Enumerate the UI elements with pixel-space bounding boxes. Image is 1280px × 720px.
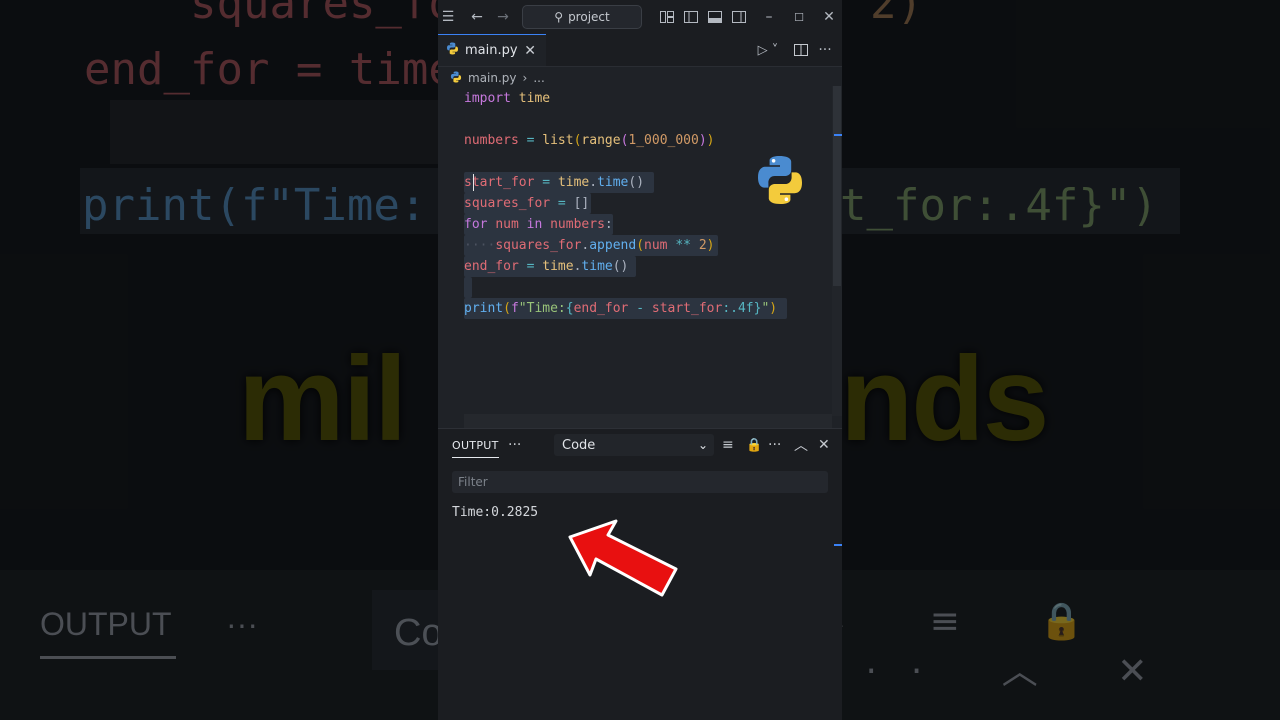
panel-actions-icon[interactable]: ··· bbox=[768, 429, 781, 461]
code-line-7: for num in numbers: bbox=[464, 214, 613, 235]
maximize-icon[interactable]: ☐ bbox=[790, 0, 808, 34]
panel-header: OUTPUT ··· Code ⌄ ≡ 🔒 ··· ︿ ✕ bbox=[438, 429, 842, 461]
output-channel-select[interactable]: Code ⌄ bbox=[554, 434, 714, 456]
title-bar: ☰ ← → ⚲ project – ☐ ✕ bbox=[438, 0, 842, 34]
output-text: Time:0.2825 bbox=[452, 505, 539, 520]
breadcrumb-file[interactable]: main.py bbox=[468, 71, 517, 85]
minimize-icon[interactable]: – bbox=[760, 0, 778, 34]
code-line-5: start_for = time.time() bbox=[464, 172, 655, 193]
panel-icon[interactable] bbox=[706, 0, 724, 34]
menu-icon[interactable]: ☰ bbox=[438, 0, 458, 34]
panel-scroll-marker bbox=[834, 544, 842, 546]
forward-icon[interactable]: → bbox=[494, 0, 512, 34]
layout-icon[interactable] bbox=[658, 0, 676, 34]
tab-bar: main.py ✕ ▷ ˅ ··· bbox=[438, 34, 842, 67]
maximize-panel-icon[interactable]: ︿ bbox=[794, 429, 808, 461]
editor-overlay-strip bbox=[464, 414, 832, 428]
output-panel: OUTPUT ··· Code ⌄ ≡ 🔒 ··· ︿ ✕ Filter Tim… bbox=[438, 428, 842, 720]
text-cursor bbox=[473, 174, 474, 191]
panel-more-icon[interactable]: ··· bbox=[508, 429, 521, 461]
code-line-10 bbox=[464, 277, 472, 298]
tab-output[interactable]: OUTPUT bbox=[452, 433, 499, 458]
output-channel-value: Code bbox=[562, 437, 596, 453]
code-line-11: print(f"Time:{end_for - start_for:.4f}") bbox=[464, 298, 788, 319]
code-editor[interactable]: import time numbers = list(range(1_000_0… bbox=[438, 88, 842, 474]
close-panel-icon[interactable]: ✕ bbox=[818, 429, 830, 461]
close-window-icon[interactable]: ✕ bbox=[820, 0, 838, 34]
search-icon: ⚲ bbox=[554, 10, 564, 24]
scrollbar-marker bbox=[834, 134, 842, 136]
python-file-icon bbox=[450, 70, 462, 86]
breadcrumb-chevron-icon: › bbox=[522, 71, 528, 85]
python-file-icon bbox=[446, 42, 459, 59]
lock-icon[interactable]: 🔒 bbox=[746, 429, 762, 461]
more-actions-icon[interactable]: ··· bbox=[816, 34, 834, 66]
run-icon[interactable]: ▷ ˅ bbox=[754, 34, 782, 66]
tab-close-icon[interactable]: ✕ bbox=[524, 43, 536, 59]
editor-scrollbar-thumb[interactable] bbox=[833, 86, 841, 286]
tab-main-py[interactable]: main.py ✕ bbox=[438, 34, 546, 66]
editor-window: ☰ ← → ⚲ project – ☐ ✕ main.py ✕ ▷ ˅ ··· … bbox=[438, 0, 842, 720]
red-arrow-icon bbox=[568, 519, 678, 597]
breadcrumb: main.py › ... bbox=[438, 67, 842, 89]
split-editor-icon[interactable] bbox=[792, 34, 810, 66]
command-center-search[interactable]: ⚲ project bbox=[522, 5, 642, 29]
sidebar-right-icon[interactable] bbox=[730, 0, 748, 34]
code-line-6: squares_for = [] bbox=[464, 193, 592, 214]
search-label: project bbox=[568, 10, 610, 24]
filter-input[interactable]: Filter bbox=[452, 471, 828, 493]
code-line-1: import time bbox=[464, 91, 551, 106]
sidebar-left-icon[interactable] bbox=[682, 0, 700, 34]
tab-label: main.py bbox=[465, 43, 518, 58]
chevron-down-icon: ⌄ bbox=[697, 438, 708, 452]
breadcrumb-more[interactable]: ... bbox=[533, 71, 544, 85]
code-line-8: ····squares_for.append(num ** 2) bbox=[464, 235, 719, 256]
code-line-9: end_for = time.time() bbox=[464, 256, 637, 277]
back-icon[interactable]: ← bbox=[468, 0, 486, 34]
python-logo-icon bbox=[754, 154, 806, 210]
clear-output-icon[interactable]: ≡ bbox=[722, 429, 734, 461]
code-line-3: numbers = list(range(1_000_000)) bbox=[464, 133, 715, 148]
